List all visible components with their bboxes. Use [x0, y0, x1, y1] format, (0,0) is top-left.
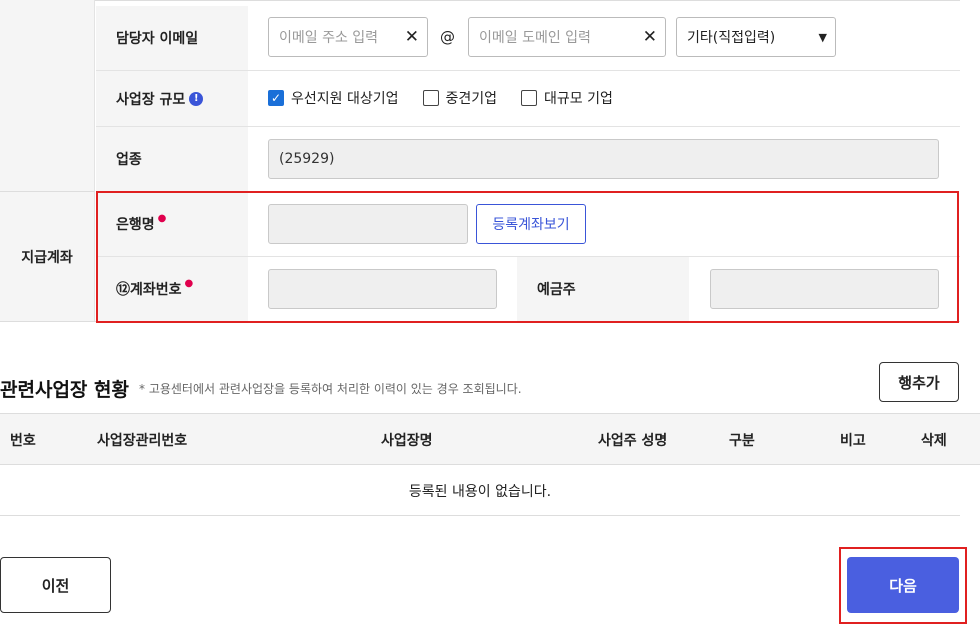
column-header: 삭제	[921, 433, 947, 449]
prev-button[interactable]: 이전	[0, 557, 111, 613]
industry-value: (25929)	[279, 151, 335, 167]
related-section-title: 관련사업장 현황	[0, 379, 129, 401]
scale-label-cell: 사업장 규모 !	[96, 71, 248, 126]
payment-section-label: 지급계좌	[0, 191, 95, 322]
scale-option-priority[interactable]: ✓ 우선지원 대상기업	[268, 88, 399, 108]
email-domain-placeholder: 이메일 도메인 입력	[479, 30, 591, 46]
chevron-down-icon: ▼	[818, 30, 827, 44]
checkbox-checked-icon[interactable]: ✓	[268, 90, 284, 106]
scale-option-label: 우선지원 대상기업	[291, 91, 399, 107]
highlight-box-payment	[96, 191, 959, 323]
industry-input[interactable]: (25929)	[268, 139, 939, 179]
column-header: 사업장관리번호	[97, 433, 188, 449]
add-row-button[interactable]: 행추가	[879, 362, 959, 402]
email-domain-select-value: 기타(직접입력)	[687, 30, 776, 46]
clear-icon[interactable]: ✕	[643, 27, 657, 47]
column-header: 비고	[840, 433, 866, 449]
email-at-sign: @	[440, 28, 455, 46]
email-local-input[interactable]: 이메일 주소 입력 ✕	[268, 17, 428, 57]
scale-option-label: 대규모 기업	[544, 91, 613, 107]
scale-option-label: 중견기업	[445, 91, 498, 107]
column-header: 사업장명	[381, 433, 433, 449]
industry-label: 업종	[96, 127, 248, 191]
checkbox-icon[interactable]	[521, 90, 538, 106]
column-header: 구분	[729, 433, 755, 449]
email-local-placeholder: 이메일 주소 입력	[279, 30, 379, 46]
email-label: 담당자 이메일	[96, 6, 248, 70]
table-empty-message: 등록된 내용이 없습니다.	[0, 466, 960, 516]
form-side-column	[0, 0, 95, 191]
scale-option-midsize[interactable]: 중견기업	[422, 88, 498, 108]
related-section-note: * 고용센터에서 관련사업장을 등록하여 처리한 이력이 있는 경우 조회됩니다…	[139, 382, 522, 396]
next-button[interactable]: 다음	[847, 557, 959, 613]
checkbox-icon[interactable]	[422, 90, 439, 106]
column-header: 번호	[10, 433, 36, 449]
email-domain-select[interactable]: 기타(직접입력) ▼	[676, 17, 836, 57]
scale-option-large[interactable]: 대규모 기업	[521, 88, 613, 108]
info-icon[interactable]: !	[189, 91, 204, 106]
email-domain-input[interactable]: 이메일 도메인 입력 ✕	[468, 17, 666, 57]
scale-label: 사업장 규모	[116, 91, 186, 108]
clear-icon[interactable]: ✕	[405, 27, 419, 47]
scale-options: ✓ 우선지원 대상기업 중견기업 대규모 기업	[268, 88, 613, 108]
column-header: 사업주 성명	[598, 433, 668, 449]
form-top-border	[0, 0, 960, 1]
